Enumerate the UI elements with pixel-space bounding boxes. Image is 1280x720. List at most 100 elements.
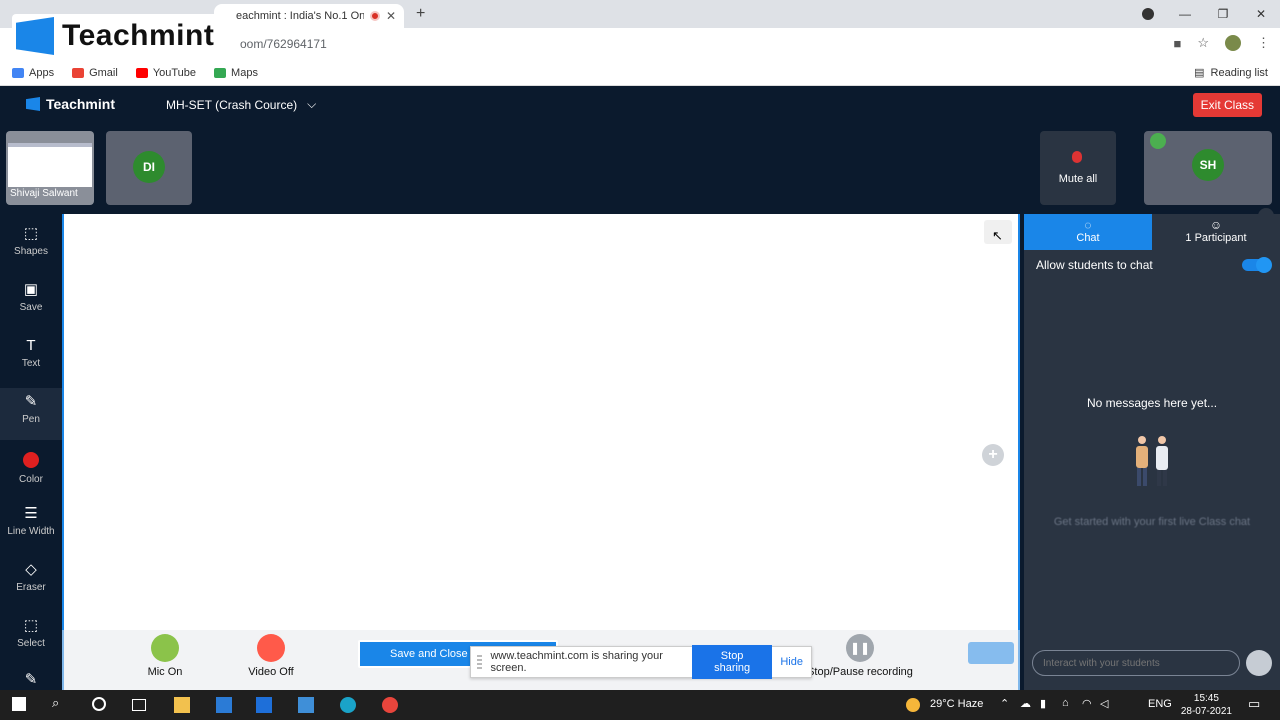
tab-chat-label: Chat [1076, 232, 1100, 244]
tool-label: Select [17, 638, 45, 649]
recording-indicator-icon [369, 11, 380, 21]
edge-icon[interactable] [340, 697, 356, 713]
close-window-icon[interactable]: ✕ [1242, 7, 1280, 21]
app-header: Teachmint MH-SET (Crash Cource) ⌵ Exit C… [0, 86, 1280, 124]
cloud-icon[interactable]: ☁ [1020, 697, 1031, 710]
minimize-icon[interactable]: — [1166, 7, 1204, 21]
network-icon[interactable]: ⌂ [1062, 697, 1069, 709]
mail-icon[interactable] [256, 697, 272, 713]
mic-off-icon [1072, 151, 1082, 163]
bookmark-youtube[interactable]: YouTube [135, 67, 196, 79]
tool-text[interactable]: T Text [0, 332, 62, 384]
exit-class-button[interactable]: Exit Class [1192, 93, 1262, 117]
shapes-icon: ⬚ [23, 225, 39, 242]
mouse-cursor-icon: ↖ [992, 228, 1003, 243]
notifications-icon[interactable]: ▭ [1248, 696, 1260, 712]
stop-sharing-button[interactable]: Stop sharing [691, 645, 773, 679]
search-icon[interactable]: ⌕ [52, 695, 68, 711]
task-view-icon[interactable] [132, 699, 146, 711]
tool-line-width[interactable]: ☰ Line Width [0, 500, 62, 552]
avatar: SH [1192, 149, 1224, 181]
drag-handle-icon[interactable] [477, 655, 483, 669]
bookmark-label: Apps [29, 66, 55, 79]
window-controls: — ❐ ✕ [1166, 0, 1280, 28]
video-off-icon [257, 634, 285, 662]
allow-chat-row: Allow students to chat [1036, 257, 1272, 273]
browser-menu-icon[interactable]: ⋮ [1257, 35, 1270, 51]
video-toggle[interactable]: Video Off [244, 630, 298, 678]
mic-label: Mic On [147, 666, 183, 678]
recording-toggle[interactable]: ❚❚ Stop/Pause recording [804, 630, 916, 678]
hide-notice-link[interactable]: Hide [780, 656, 803, 668]
participant-tile-sh[interactable]: SH [1144, 131, 1272, 205]
class-selector[interactable]: MH-SET (Crash Cource) ⌵ [166, 97, 316, 112]
watermark-text: Teachmint [62, 19, 215, 52]
tool-color[interactable]: Color [0, 444, 62, 496]
file-explorer-icon[interactable] [174, 697, 190, 713]
windows-start-icon[interactable] [12, 697, 26, 711]
bookmark-apps[interactable]: Apps [12, 67, 54, 79]
language-indicator[interactable]: ENG [1148, 698, 1172, 710]
chrome-icon[interactable] [382, 697, 398, 713]
browser-tab[interactable]: eachmint : India's No.1 Onli ✕ [214, 4, 404, 28]
clock[interactable]: 15:45 28-07-2021 [1181, 692, 1232, 718]
mic-toggle[interactable]: Mic On [142, 630, 188, 678]
bookmark-star-icon[interactable]: ☆ [1197, 35, 1209, 51]
brand: Teachmint [26, 96, 115, 112]
tool-pen[interactable]: ✎ Pen [0, 388, 62, 440]
participants-icon: ☺ [1209, 218, 1223, 232]
restore-icon[interactable]: ❐ [1204, 7, 1242, 21]
send-icon[interactable] [1246, 650, 1272, 676]
address-bar-icons: ■ ☆ ⋮ [1173, 35, 1270, 51]
cortana-icon[interactable] [92, 697, 106, 711]
add-page-icon[interactable]: + [982, 444, 1004, 466]
chat-message-input[interactable] [1032, 650, 1240, 676]
url-field[interactable]: oom/762964171 [240, 37, 327, 51]
microphone-icon [151, 634, 179, 662]
wifi-icon[interactable]: ◠ [1082, 697, 1092, 710]
brand-name: Teachmint [46, 96, 115, 112]
mute-all-button[interactable]: Mute all [1040, 131, 1116, 205]
battery-icon[interactable]: ▮ [1040, 697, 1046, 710]
tool-label: Pen [22, 414, 40, 425]
store-icon[interactable] [216, 697, 232, 713]
tab-close-icon[interactable]: ✕ [386, 9, 396, 23]
new-tab-icon[interactable]: + [416, 5, 425, 23]
weather-label[interactable]: 29°C Haze [930, 698, 983, 710]
tool-save[interactable]: ▣ Save [0, 276, 62, 328]
avatar: DI [133, 151, 165, 183]
participant-tile-di[interactable]: DI [106, 131, 192, 205]
empty-chat-title: No messages here yet... [1086, 396, 1218, 410]
page-indicator[interactable] [968, 642, 1014, 664]
time: 15:45 [1193, 693, 1219, 704]
tool-shapes[interactable]: ⬚ Shapes [0, 220, 62, 272]
profile-menu-icon[interactable] [1142, 8, 1154, 20]
whiteboard-canvas[interactable]: + [62, 214, 1020, 690]
tool-select[interactable]: ⬚ Select [0, 612, 62, 664]
tab-participants[interactable]: ☺ 1 Participant [1152, 214, 1280, 250]
app-icon[interactable] [298, 697, 314, 713]
volume-icon[interactable]: ◁ [1100, 697, 1108, 710]
tool-eraser[interactable]: ◇ Eraser [0, 556, 62, 608]
pen-icon: ✎ [24, 393, 38, 410]
reading-list[interactable]: ▤ Reading list [1194, 66, 1268, 80]
screen-share-notice: www.teachmint.com is sharing your screen… [470, 645, 812, 679]
participant-name: Shivaji Salwant [10, 188, 78, 199]
camera-icon[interactable]: ■ [1173, 36, 1181, 51]
bookmark-gmail[interactable]: Gmail [72, 67, 118, 79]
teachmint-watermark: Teachmint [12, 14, 223, 58]
tab-chat[interactable]: ◌ Chat [1024, 214, 1152, 250]
bookmark-maps[interactable]: Maps [214, 67, 258, 79]
tool-label: Text [21, 358, 41, 369]
mute-all-label: Mute all [1058, 173, 1098, 185]
profile-avatar[interactable] [1225, 35, 1241, 51]
tray-chevron-icon[interactable]: ⌃ [1000, 697, 1009, 710]
tool-label: Line Width [7, 526, 55, 537]
tool-label: Color [19, 474, 43, 485]
screen-share-tile[interactable]: Shivaji Salwant [6, 131, 94, 205]
line-width-icon: ☰ [24, 505, 38, 522]
allow-chat-toggle[interactable] [1242, 257, 1272, 273]
chevron-down-icon: ⌵ [307, 97, 317, 111]
chat-panel: ◌ Chat ☺ 1 Participant Allow students to… [1024, 214, 1280, 690]
brand-logo-icon [26, 97, 40, 111]
